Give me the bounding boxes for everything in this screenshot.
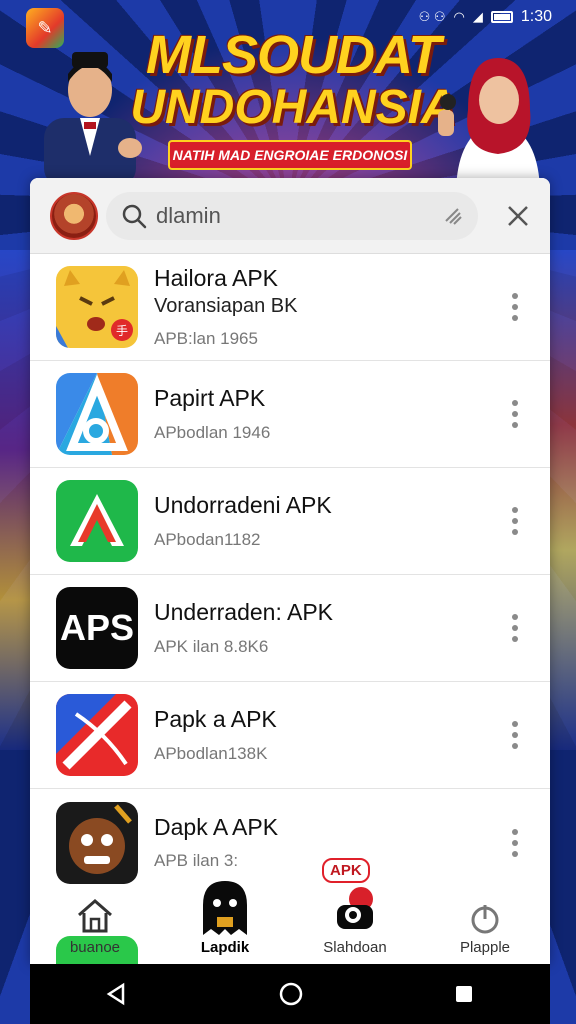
status-time: 1:30 (520, 8, 552, 25)
app-name: Underraden: APK (154, 599, 334, 626)
flag-app-icon (56, 694, 138, 776)
search-icon (122, 204, 147, 228)
close-button[interactable] (500, 198, 536, 234)
emoji-app-icon: 手 (56, 266, 138, 348)
nav-label: Lapdik (200, 939, 250, 956)
app-meta: APbodlan138K (154, 743, 268, 763)
more-options-button[interactable] (500, 499, 530, 543)
triangle-app-icon (56, 373, 138, 455)
banner-title: MLSOUDAT UNDOHANSIA (128, 28, 458, 132)
app-meta: APB:lan 1965 (154, 328, 258, 348)
power-icon (471, 905, 499, 934)
notification-icons: ⚇ ⚇ (418, 9, 446, 24)
signal-icon: ◢ (472, 9, 483, 24)
nav-item-home[interactable]: buanoe (40, 897, 150, 956)
app-name: Undorradeni APK (154, 492, 332, 519)
search-query-text: dlamin (156, 202, 221, 228)
nav-label: buanoe (69, 939, 121, 956)
wifi-icon: ◠ (453, 9, 465, 24)
nav-label: Slahdoan (323, 939, 387, 956)
woman-illustration (438, 58, 540, 190)
app-name: Papirt APK (154, 385, 266, 412)
search-input[interactable]: dlamin (106, 191, 478, 240)
home-button-icon[interactable] (278, 981, 304, 1007)
back-icon[interactable] (105, 982, 129, 1006)
list-item[interactable]: Undorradeni APK APbodan1182 (30, 468, 550, 575)
more-options-button[interactable] (500, 392, 530, 436)
search-header: dlamin (30, 178, 550, 254)
battery-icon (490, 11, 513, 23)
arrow-app-icon (56, 480, 138, 562)
more-options-button[interactable] (500, 713, 530, 757)
app-name: Papk a APK (154, 706, 277, 733)
home-icon (78, 899, 112, 933)
bottom-navigation: APK buanoe Lapdik Slahdoan Plapple (30, 858, 550, 964)
apk-badge: APK (322, 858, 370, 883)
app-name: Hailora APK (154, 265, 279, 292)
recents-icon[interactable] (453, 983, 475, 1005)
status-bar: ⚇ ⚇ ◠ ◢ 1:30 (0, 0, 576, 34)
list-item[interactable]: APS Underraden: APK APK ilan 8.8K6 (30, 575, 550, 682)
list-item[interactable]: Papk a APK APbodlan138K (30, 682, 550, 789)
more-options-button[interactable] (500, 606, 530, 650)
more-options-button[interactable] (500, 821, 530, 865)
list-item[interactable]: 手 Hailora APK Voransiapan BK APB:lan 196… (30, 254, 550, 361)
close-icon (508, 205, 528, 226)
app-meta: APK ilan 8.8K6 (154, 636, 269, 656)
nav-item-lapdik[interactable]: Lapdik (170, 879, 280, 956)
nav-item-slahdoan[interactable]: Slahdoan (300, 885, 410, 956)
app-meta: APbodan1182 (154, 529, 261, 549)
banner-title-line2: UNDOHANSIA (130, 81, 456, 134)
more-options-button[interactable] (500, 285, 530, 329)
app-name: Dapk A APK (154, 813, 279, 840)
mascot-icon (337, 887, 373, 929)
background-art-right (548, 250, 576, 750)
svg-text:手: 手 (116, 324, 128, 338)
nav-label: Plapple (459, 939, 511, 956)
banner-subtitle: NATIH MAD ENGROIAE ERDONOSI (168, 140, 412, 170)
voice-search-icon[interactable] (442, 205, 464, 227)
system-navigation-bar (30, 964, 550, 1024)
nav-item-plapple[interactable]: Plapple (430, 901, 540, 956)
list-item[interactable]: Papirt APK APbodlan 1946 (30, 361, 550, 468)
svg-text:APS: APS (60, 607, 134, 648)
app-meta: APbodlan 1946 (154, 422, 271, 442)
banner-title-line1: MLSOUDAT (146, 25, 441, 85)
search-results-sheet: dlamin 手 Hailora APK Voransiapan BK APB:… (30, 178, 550, 964)
ghost-icon (203, 881, 247, 935)
app-subtitle: Voransiapan BK (154, 294, 298, 317)
aps-app-icon: APS (56, 587, 138, 669)
background-art-left (0, 250, 32, 750)
avatar[interactable] (50, 191, 98, 240)
